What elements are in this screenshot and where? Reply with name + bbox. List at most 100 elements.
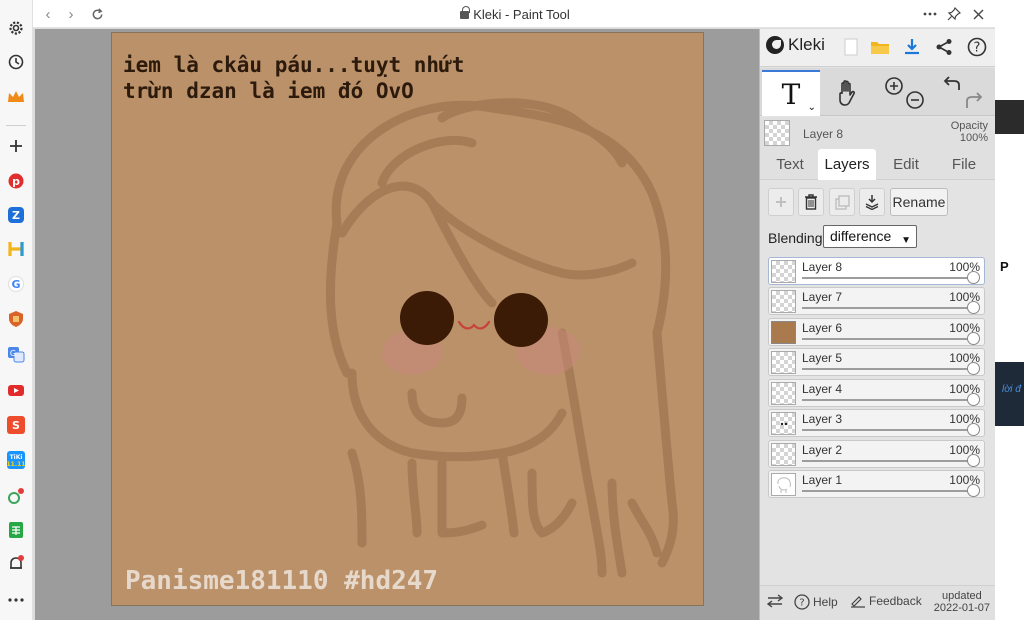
add-layer-button[interactable] — [768, 188, 794, 216]
window-titlebar: ‹ › Kleki - Paint Tool — [33, 0, 997, 28]
duplicate-icon — [834, 194, 850, 210]
hand-tool-button[interactable] — [822, 70, 874, 116]
download-icon[interactable] — [900, 35, 924, 59]
youtube-icon[interactable] — [4, 378, 28, 402]
layer-thumbnail-sketch — [777, 477, 791, 493]
tab-text[interactable]: Text — [766, 149, 814, 180]
blending-mode-select[interactable]: difference ▼ — [823, 225, 917, 248]
layer-opacity-handle[interactable] — [967, 362, 980, 375]
lollipop-app-icon[interactable] — [4, 484, 28, 508]
blending-mode-value: difference — [830, 228, 892, 244]
background-window-strip: P lời đ — [995, 0, 1024, 620]
duplicate-layer-button[interactable] — [829, 188, 855, 216]
updated-date: 2022-01-07 — [933, 602, 990, 614]
close-icon[interactable] — [968, 4, 988, 24]
share-icon[interactable] — [932, 35, 956, 59]
undo-icon[interactable] — [943, 76, 960, 90]
layer-row[interactable]: Layer 8 100% — [768, 257, 985, 285]
help-label: Help — [813, 595, 838, 609]
layer-opacity-handle[interactable] — [967, 332, 980, 345]
layer-opacity-slider[interactable] — [802, 460, 972, 462]
kleki-logo-icon — [766, 36, 784, 54]
tiki-icon[interactable]: TiKi 11.11 — [4, 448, 28, 472]
zalo-icon[interactable]: Z — [4, 203, 28, 227]
background-link-fragment[interactable]: lời đ — [1002, 384, 1021, 395]
pinterest-icon[interactable]: p — [4, 169, 28, 193]
swap-arrows-icon — [766, 594, 784, 608]
lock-icon — [460, 6, 470, 19]
zoom-out-icon[interactable] — [906, 91, 924, 109]
notification-icon[interactable] — [4, 552, 28, 576]
help-icon[interactable]: ? — [965, 35, 989, 59]
layer-opacity-handle[interactable] — [967, 423, 980, 436]
swap-side-button[interactable] — [766, 594, 784, 608]
layer-opacity-handle[interactable] — [967, 271, 980, 284]
tab-layers[interactable]: Layers — [818, 149, 876, 180]
redo-icon[interactable] — [966, 92, 983, 108]
current-layer-thumbnail — [764, 120, 790, 146]
history-icon[interactable] — [4, 50, 28, 74]
layer-row[interactable]: Layer 6 100% — [768, 318, 985, 346]
shopee-icon[interactable]: S — [4, 413, 28, 437]
layer-opacity-slider[interactable] — [802, 429, 972, 431]
zoom-in-icon[interactable] — [885, 77, 903, 95]
layer-row[interactable]: Layer 2 100% — [768, 440, 985, 468]
panel-header: Kleki ? — [760, 29, 996, 67]
layer-opacity-slider[interactable] — [802, 399, 972, 401]
layer-opacity-handle[interactable] — [967, 484, 980, 497]
crown-icon[interactable] — [4, 85, 28, 109]
help-button[interactable]: ? Help — [794, 594, 838, 610]
panel-footer: ? Help Feedback updated 2022-01-07 — [760, 585, 996, 620]
layer-opacity-slider[interactable] — [802, 368, 972, 370]
layer-row[interactable]: Layer 4 100% — [768, 379, 985, 407]
artwork-caption: iem là ckâu páu...tuỵt nhứt trừn dzan là … — [123, 52, 464, 104]
layer-opacity-slider[interactable] — [802, 307, 972, 309]
layer-name: Layer 6 — [802, 321, 843, 335]
chevron-down-icon[interactable]: ⌄ — [808, 102, 816, 113]
h-app-icon[interactable] — [4, 237, 28, 261]
ellipsis-icon[interactable] — [920, 4, 940, 24]
drawing-canvas[interactable]: iem là ckâu páu...tuỵt nhứt trừn dzan là … — [111, 32, 704, 606]
translate-icon[interactable]: G — [4, 342, 28, 366]
layer-opacity-slider[interactable] — [802, 338, 972, 340]
layers-panel: Rename Blending difference ▼ Layer 8 100… — [760, 180, 996, 585]
background-letter: P — [1000, 259, 1009, 274]
new-file-icon[interactable] — [839, 35, 863, 59]
layer-opacity-handle[interactable] — [967, 393, 980, 406]
layer-opacity-slider[interactable] — [802, 490, 972, 492]
layer-row[interactable]: Layer 3 100% — [768, 409, 985, 437]
layer-thumbnail — [771, 260, 796, 283]
chibi-drawing — [325, 98, 678, 578]
svg-text:Z: Z — [12, 209, 20, 222]
svg-text:p: p — [12, 175, 20, 188]
settings-icon[interactable] — [4, 16, 28, 40]
layer-opacity-slider[interactable] — [802, 277, 972, 279]
layer-row[interactable]: Layer 1 100% — [768, 470, 985, 498]
pin-icon[interactable] — [944, 4, 964, 24]
open-folder-icon[interactable] — [868, 35, 892, 59]
tab-file[interactable]: File — [938, 149, 990, 180]
text-tool-button[interactable]: T ⌄ — [762, 70, 820, 116]
canvas-workspace[interactable]: iem là ckâu páu...tuỵt nhứt trừn dzan là … — [35, 29, 759, 620]
rename-layer-button[interactable]: Rename — [890, 188, 948, 216]
merge-layer-button[interactable] — [859, 188, 885, 216]
svg-text:?: ? — [799, 598, 804, 609]
kleki-logo[interactable]: Kleki — [766, 35, 825, 55]
google-icon[interactable]: G — [4, 272, 28, 296]
layer-row[interactable]: Layer 5 100% — [768, 348, 985, 376]
more-icon[interactable] — [4, 588, 28, 612]
add-icon[interactable] — [4, 134, 28, 158]
layer-thumbnail — [771, 321, 796, 344]
feedback-label: Feedback — [869, 594, 922, 608]
layer-opacity-handle[interactable] — [967, 301, 980, 314]
tab-edit[interactable]: Edit — [880, 149, 932, 180]
browser-sidebar: p Z G G S TiKi 11.11 — [0, 0, 33, 620]
hand-icon — [839, 80, 856, 106]
feedback-button[interactable]: Feedback — [850, 594, 922, 608]
layer-opacity-handle[interactable] — [967, 454, 980, 467]
layer-thumbnail — [771, 290, 796, 313]
layer-row[interactable]: Layer 7 100% — [768, 287, 985, 315]
delete-layer-button[interactable] — [798, 188, 824, 216]
sheets-icon[interactable] — [4, 518, 28, 542]
shield-app-icon[interactable] — [4, 307, 28, 331]
